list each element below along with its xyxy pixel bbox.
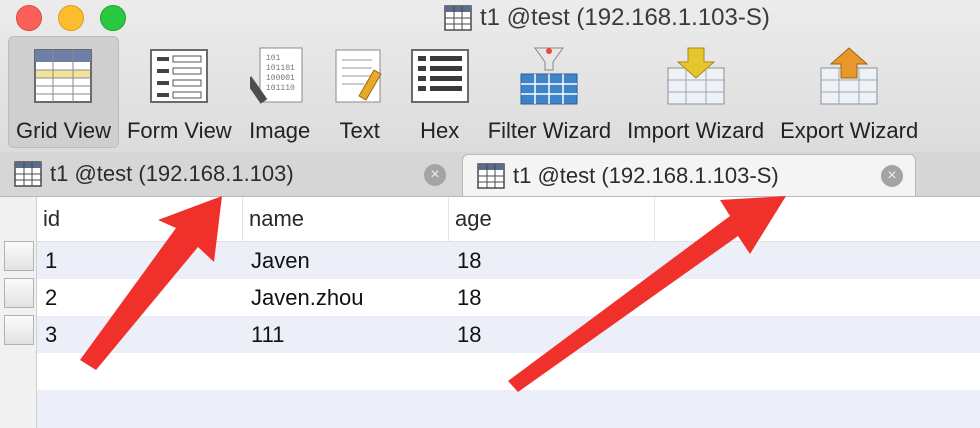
import-arrow-icon	[667, 47, 725, 105]
toolbar-label: Export Wizard	[780, 118, 919, 143]
column-header-id[interactable]: id	[37, 197, 243, 241]
empty-row	[37, 353, 980, 390]
toolbar-label: Text	[339, 118, 380, 143]
cell-age[interactable]: 18	[449, 279, 481, 316]
tab-slave-connection[interactable]: t1 @test (192.168.1.103-S) ×	[462, 154, 916, 196]
grid-view-button[interactable]: Grid View	[8, 36, 119, 148]
window-title: t1 @test (192.168.1.103-S)	[444, 4, 770, 32]
table-icon	[477, 162, 505, 189]
svg-text:100001: 100001	[266, 74, 295, 83]
filter-wizard-button[interactable]: Filter Wizard	[480, 36, 619, 148]
row-selector[interactable]	[4, 315, 34, 345]
cell-name[interactable]: Javen.zhou	[243, 279, 364, 316]
minimize-window-button[interactable]	[58, 5, 84, 31]
export-arrow-icon	[820, 47, 878, 105]
column-header-name[interactable]: name	[243, 197, 449, 241]
close-tab-icon[interactable]: ×	[881, 165, 903, 187]
grid-header: id name age	[37, 197, 980, 242]
text-edit-icon	[335, 49, 382, 103]
row-selector[interactable]	[4, 241, 34, 271]
text-button[interactable]: Text	[320, 36, 400, 148]
close-tab-icon[interactable]: ×	[424, 164, 446, 186]
column-header-age[interactable]: age	[449, 197, 655, 241]
table-row[interactable]: 2 Javen.zhou 18	[37, 279, 980, 316]
cell-id[interactable]: 2	[37, 279, 57, 316]
cell-name[interactable]: Javen	[243, 242, 310, 279]
table-icon	[14, 161, 42, 187]
cell-age[interactable]: 18	[449, 316, 481, 353]
close-window-button[interactable]	[16, 5, 42, 31]
svg-text:101110: 101110	[266, 84, 295, 93]
tab-label: t1 @test (192.168.1.103)	[50, 161, 294, 186]
svg-text:101101: 101101	[266, 64, 295, 73]
window-controls	[16, 5, 126, 31]
window-title-text: t1 @test (192.168.1.103-S)	[480, 4, 770, 31]
image-binary-icon: 101 101101 100001 101110	[249, 47, 303, 104]
cell-id[interactable]: 1	[37, 242, 57, 279]
toolbar-label: Grid View	[16, 118, 111, 143]
toolbar: Grid View Form View 101 101101 100001 10…	[8, 36, 926, 148]
cell-id[interactable]: 3	[37, 316, 57, 353]
grid-view-icon	[34, 49, 93, 103]
zoom-window-button[interactable]	[100, 5, 126, 31]
empty-row	[37, 390, 980, 428]
hex-grid-icon	[410, 49, 469, 103]
tab-label: t1 @test (192.168.1.103-S)	[513, 162, 779, 188]
window-chrome: t1 @test (192.168.1.103-S) Grid View For…	[0, 0, 980, 153]
image-button[interactable]: 101 101101 100001 101110 Image	[240, 36, 320, 148]
table-row[interactable]: 3 111 18	[37, 316, 980, 353]
row-header-column	[0, 197, 37, 428]
toolbar-label: Import Wizard	[627, 118, 765, 143]
row-selector[interactable]	[4, 278, 34, 308]
form-view-icon	[150, 49, 209, 103]
data-grid: id name age 1 Javen 18 2 Javen.zhou 18 3…	[0, 197, 980, 428]
form-view-button[interactable]: Form View	[119, 36, 240, 148]
svg-text:101: 101	[266, 54, 281, 63]
toolbar-label: Image	[249, 118, 311, 143]
toolbar-label: Filter Wizard	[487, 118, 612, 143]
table-row[interactable]: 1 Javen 18	[37, 242, 980, 279]
import-wizard-button[interactable]: Import Wizard	[619, 36, 772, 148]
cell-name[interactable]: 111	[243, 316, 284, 353]
toolbar-label: Hex	[420, 118, 460, 143]
tab-primary-connection[interactable]: t1 @test (192.168.1.103) ×	[0, 154, 458, 194]
tab-bar: t1 @test (192.168.1.103) × t1 @test (192…	[0, 152, 980, 197]
table-icon	[444, 5, 472, 31]
export-wizard-button[interactable]: Export Wizard	[772, 36, 926, 148]
hex-button[interactable]: Hex	[400, 36, 480, 148]
toolbar-label: Form View	[126, 118, 232, 143]
filter-funnel-icon	[520, 47, 578, 105]
cell-age[interactable]: 18	[449, 242, 481, 279]
